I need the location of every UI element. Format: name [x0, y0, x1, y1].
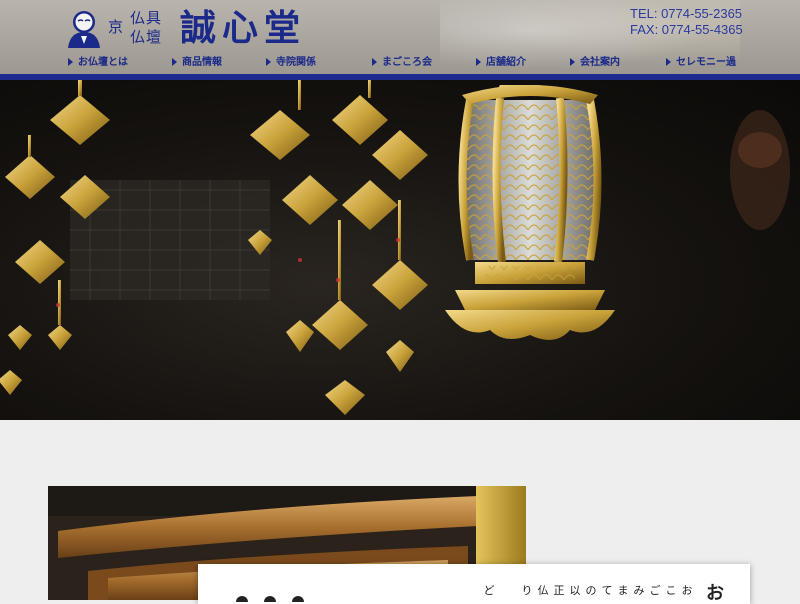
logo-kyo-text: 京 [108, 18, 124, 36]
triangle-bullet-icon [172, 58, 177, 66]
intro-char: ど [483, 584, 495, 597]
main-nav: お仏壇とは 商品情報 寺院関係 まごころ会 店舗紹介 会社案内 セレモニー過 [0, 54, 800, 72]
intro-char: の [585, 584, 597, 597]
intro-char: こ [665, 584, 677, 597]
triangle-bullet-icon [570, 58, 575, 66]
intro-char: ま [617, 584, 629, 597]
fax-number: FAX: 0774-55-4365 [630, 22, 743, 37]
logo-subtitle: 京 仏具 仏壇 [108, 8, 188, 48]
nav-item-label: 商品情報 [182, 57, 222, 68]
contact-info: TEL: 0774-55-2365 FAX: 0774-55-4365 [630, 6, 743, 38]
monk-logo-icon [68, 11, 100, 48]
intro-char: 正 [553, 584, 565, 597]
nav-item-label: お仏壇とは [78, 57, 128, 68]
nav-item-butsudan[interactable]: お仏壇とは [68, 54, 128, 72]
nav-item-label: 店舗紹介 [486, 57, 526, 68]
heading-decoration [236, 596, 304, 602]
triangle-bullet-icon [372, 58, 377, 66]
intro-char: お [681, 584, 693, 597]
nav-item-label: セレモニー過 [676, 57, 736, 68]
nav-item-label: 寺院関係 [276, 57, 316, 68]
triangle-bullet-icon [266, 58, 271, 66]
logo-butsugu-text: 仏具 [130, 9, 163, 27]
nav-item-label: 会社案内 [580, 57, 620, 68]
logo-butsudan-text: 仏壇 [130, 28, 163, 46]
site-header: 京 仏具 仏壇 誠心堂 TEL: 0774-55-2365 FAX: 0774-… [0, 0, 800, 76]
nav-item-products[interactable]: 商品情報 [172, 54, 222, 72]
nav-item-magokoro[interactable]: まごころ会 [372, 54, 432, 72]
lantern-shape [445, 85, 615, 340]
intro-char: 以 [569, 584, 581, 597]
hero-lantern-image [0, 80, 790, 415]
triangle-bullet-icon [666, 58, 671, 66]
hero-banner [0, 80, 800, 420]
site-logo-title[interactable]: 誠心堂 [180, 6, 306, 50]
intro-char: て [601, 584, 613, 597]
intro-edge-char: お [706, 583, 724, 604]
nav-item-stores[interactable]: 店舗紹介 [476, 54, 526, 72]
intro-section: お お こ ご み ま て の 以 正 仏 り ど [0, 420, 800, 604]
triangle-bullet-icon [68, 58, 73, 66]
nav-item-label: まごころ会 [382, 57, 432, 68]
nav-item-ceremony[interactable]: セレモニー過 [666, 54, 736, 72]
intro-char: み [633, 584, 645, 597]
tel-number: TEL: 0774-55-2365 [630, 6, 743, 21]
nav-item-company[interactable]: 会社案内 [570, 54, 620, 72]
intro-char: り [521, 584, 533, 597]
triangle-bullet-icon [476, 58, 481, 66]
intro-char: ご [649, 584, 661, 597]
intro-char: 仏 [537, 584, 549, 597]
nav-item-temples[interactable]: 寺院関係 [266, 54, 316, 72]
